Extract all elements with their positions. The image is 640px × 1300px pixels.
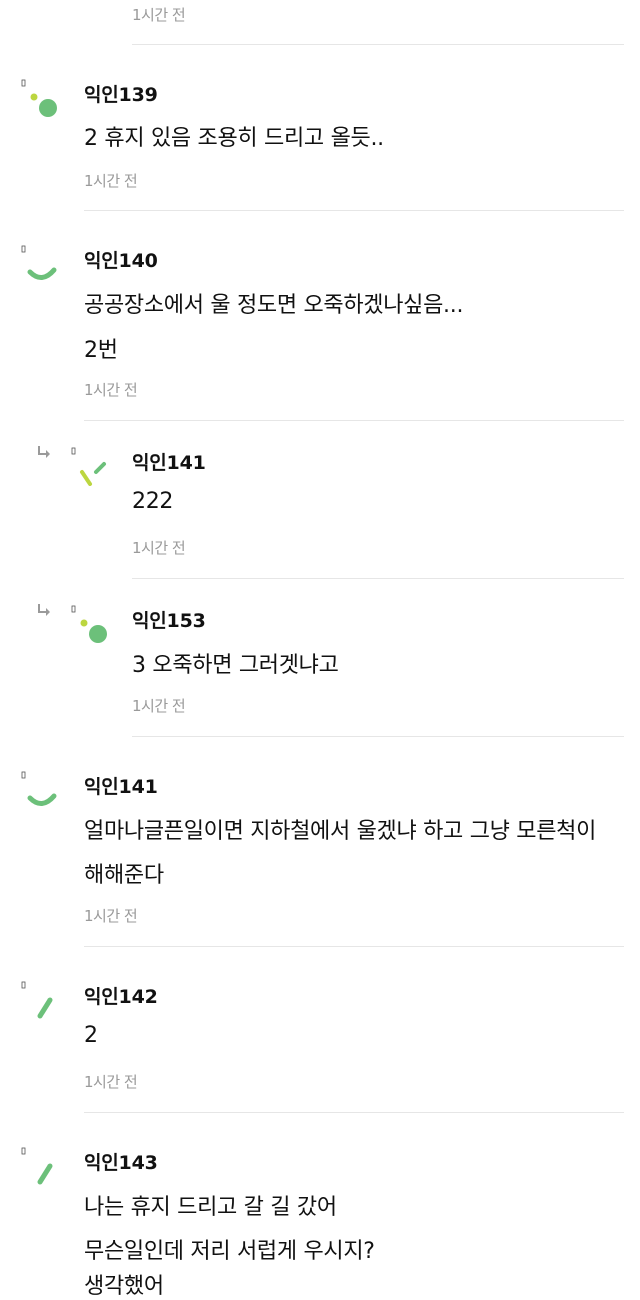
reply-arrow-icon	[36, 602, 54, 620]
comment-text-line: 얼마나글픈일이면 지하철에서 울겠냐 하고 그냥 모른척이	[84, 819, 597, 844]
comment-text-line: 나는 휴지 드리고 갈 길 갔어	[84, 1195, 337, 1220]
comment-text-line: 해해준다	[84, 863, 164, 888]
comment-author[interactable]: 익인141	[132, 448, 206, 475]
comment-divider	[132, 578, 624, 579]
comment-time: 1시간 전	[84, 381, 138, 399]
comment-divider	[84, 420, 624, 421]
comment-text-line: 222	[132, 489, 174, 514]
arc-avatar-icon	[20, 244, 60, 284]
check-avatar-icon	[70, 446, 110, 486]
slash-avatar-icon	[20, 980, 60, 1020]
reply-arrow-icon	[36, 444, 54, 462]
dot-pair-avatar-icon	[20, 78, 60, 118]
comment-divider	[132, 44, 624, 45]
comment-time: 1시간 전	[84, 907, 138, 925]
comment-divider	[132, 736, 624, 737]
comment-time: 1시간 전	[84, 172, 138, 190]
comment-author[interactable]: 익인153	[132, 606, 206, 633]
slash-avatar-icon	[20, 1146, 60, 1186]
comment-divider	[84, 210, 624, 211]
comment-text-line: 무슨일인데 저리 서럽게 우시지?	[84, 1239, 375, 1264]
comment-author[interactable]: 익인139	[84, 80, 158, 107]
comment-divider	[84, 946, 624, 947]
comment-divider	[84, 1112, 624, 1113]
comment-text-line: 2	[84, 1023, 98, 1048]
comment-time: 1시간 전	[132, 6, 186, 24]
comment-author[interactable]: 익인142	[84, 982, 158, 1009]
comment-author[interactable]: 익인141	[84, 772, 158, 799]
comment-text-line: 공공장소에서 울 정도면 오죽하겠나싶음...	[84, 293, 464, 318]
comment-time: 1시간 전	[132, 539, 186, 557]
comment-author[interactable]: 익인140	[84, 246, 158, 273]
comment-text-line: 3 오죽하면 그러겟냐고	[132, 653, 339, 678]
comment-text-line: 생각했어	[84, 1274, 164, 1299]
dot-pair-avatar-icon	[70, 604, 110, 644]
comment-author[interactable]: 익인143	[84, 1148, 158, 1175]
comment-time: 1시간 전	[84, 1073, 138, 1091]
comment-time: 1시간 전	[132, 697, 186, 715]
comment-text-line: 2번	[84, 338, 118, 363]
comment-text-line: 2 휴지 있음 조용히 드리고 올듯..	[84, 126, 384, 151]
arc-avatar-icon	[20, 770, 60, 810]
